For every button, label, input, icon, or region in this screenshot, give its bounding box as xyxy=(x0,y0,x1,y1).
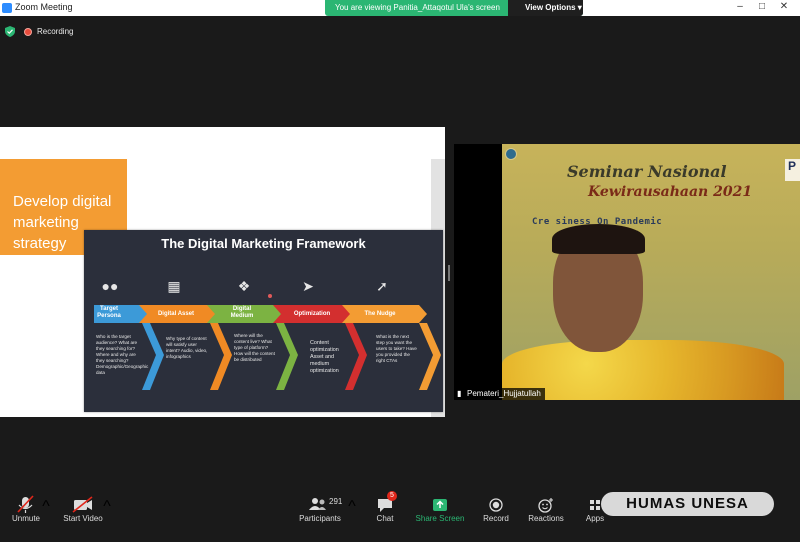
share-screen-icon xyxy=(433,499,447,511)
apps-label: Apps xyxy=(585,514,605,523)
maximize-button[interactable]: □ xyxy=(755,1,769,12)
reactions-icon xyxy=(538,498,553,513)
step-label-optimization: Optimization xyxy=(293,311,331,317)
reactions-label: Reactions xyxy=(528,514,564,523)
reactions-button[interactable]: Reactions xyxy=(524,489,568,533)
share-screen-label: Share Screen xyxy=(415,514,465,523)
rocket-icon: ➤ xyxy=(302,278,314,294)
step-label-digital-medium: Digital Medium xyxy=(230,306,254,319)
zoom-app-icon xyxy=(2,3,12,13)
chevron-arrow-2 xyxy=(210,323,232,390)
speaker-video-tile[interactable]: Seminar Nasional Kewirausahaan 2021 Cre … xyxy=(454,144,800,400)
puzzle-icon: ❖ xyxy=(237,278,251,294)
step-label-the-nudge: The Nudge xyxy=(364,311,396,317)
video-options-caret[interactable]: ^ xyxy=(103,498,111,542)
chevron-arrow-5 xyxy=(419,323,441,390)
start-video-label: Start Video xyxy=(63,514,103,523)
encryption-shield-icon[interactable] xyxy=(5,26,15,37)
viewing-banner: You are viewing Panitia_Attaqotul Ula's … xyxy=(325,0,583,16)
participant-name-tag: ▮ Pemateri_Hujjatullah xyxy=(454,388,545,400)
step-desc-digital-medium: Where will the content live? What type o… xyxy=(234,333,275,362)
step-label-digital-asset: Digital Asset xyxy=(157,311,195,317)
cursor-icon: ➚ xyxy=(376,278,388,294)
close-button[interactable]: ✕ xyxy=(777,1,791,12)
recording-label: Recording xyxy=(37,27,74,36)
window-title: Zoom Meeting xyxy=(15,2,73,12)
recording-dot-icon xyxy=(24,28,32,36)
seminar-logo xyxy=(505,148,517,160)
minimize-button[interactable]: – xyxy=(733,1,747,12)
framework-dot xyxy=(268,294,272,298)
framework-image: The Digital Marketing Framework ●● ▦ ❖ ➤… xyxy=(84,230,443,412)
document-icon: ▦ xyxy=(167,278,181,294)
chat-label: Chat xyxy=(376,514,394,523)
camera-off-icon xyxy=(72,496,93,513)
share-screen-button[interactable]: Share Screen xyxy=(414,489,466,533)
backdrop-line-1: Seminar Nasional xyxy=(567,162,727,181)
speaker-hair xyxy=(552,224,645,254)
participants-button[interactable]: Participants xyxy=(296,489,344,533)
participants-options-caret[interactable]: ^ xyxy=(348,498,356,542)
record-label: Record xyxy=(483,514,509,523)
backdrop-line-2: Kewirausahaan 2021 xyxy=(588,184,753,200)
framework-chevrons xyxy=(94,294,441,390)
shared-screen: Develop digital marketing strategy The D… xyxy=(0,127,445,417)
humas-unesa-watermark: HUMAS UNESA xyxy=(601,492,774,516)
backdrop-corner-letter: P xyxy=(785,159,800,181)
step-desc-the-nudge: What is the next step you want the users… xyxy=(376,334,417,363)
audio-options-caret[interactable]: ^ xyxy=(42,498,50,542)
chevron-arrow-3 xyxy=(276,323,298,390)
chat-icon xyxy=(378,499,392,512)
step-desc-optimization: Content optimization Asset and medium op… xyxy=(310,340,339,374)
step-desc-digital-asset: Why type of content will satisfy user in… xyxy=(166,336,208,359)
participant-name: Pemateri_Hujjatullah xyxy=(467,389,541,398)
viewing-banner-text: You are viewing Panitia_Attaqotul Ula's … xyxy=(335,3,500,12)
step-desc-target-persona: Who is the target audience? What are the… xyxy=(96,334,149,375)
chat-unread-badge: 5 xyxy=(387,491,397,501)
step-label-target-persona: Target Persona xyxy=(97,306,121,319)
panel-resize-handle[interactable] xyxy=(448,265,450,281)
record-icon xyxy=(489,498,503,512)
signal-bars-icon: ▮ xyxy=(457,389,462,398)
participants-count: 291 xyxy=(329,497,343,506)
participants-label: Participants xyxy=(299,514,341,523)
start-video-button[interactable]: Start Video xyxy=(60,489,106,533)
view-options-button[interactable]: View Options ▾ xyxy=(508,0,583,16)
video-letterbox xyxy=(454,144,502,400)
chevron-arrow-1 xyxy=(142,323,164,390)
people-icon: ●● xyxy=(101,278,119,294)
record-button[interactable]: Record xyxy=(478,489,514,533)
